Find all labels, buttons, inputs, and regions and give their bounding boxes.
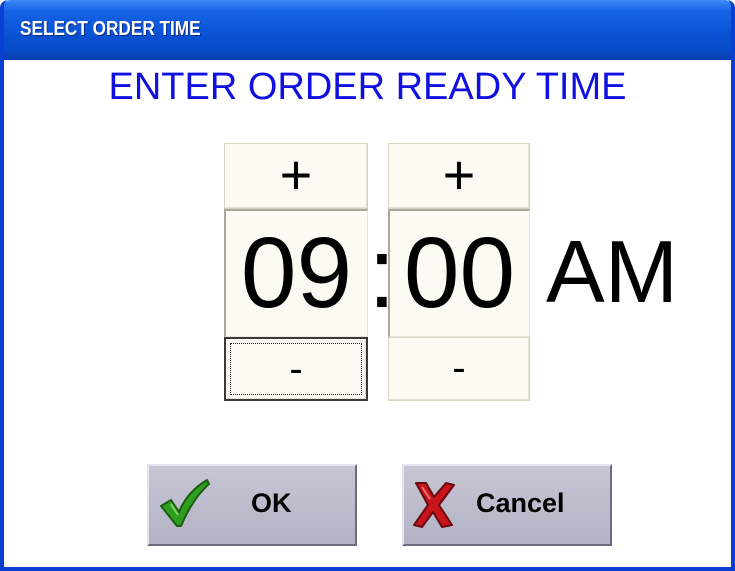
plus-icon: +: [442, 143, 476, 206]
minute-decrement-button[interactable]: -: [388, 337, 530, 401]
cancel-button[interactable]: Cancel: [402, 464, 612, 546]
cancel-label: Cancel: [476, 488, 565, 518]
minute-display: 00: [388, 209, 530, 337]
dialog-heading: ENTER ORDER READY TIME: [108, 66, 627, 108]
window-title: SELECT ORDER TIME: [20, 18, 201, 40]
plus-icon: +: [279, 143, 313, 206]
time-separator: :: [368, 217, 396, 329]
x-icon: [413, 482, 455, 528]
ok-button[interactable]: OK: [147, 464, 357, 546]
hour-value: 09: [240, 217, 353, 329]
am-pm-toggle[interactable]: AM: [546, 222, 678, 322]
minute-increment-button[interactable]: +: [388, 143, 530, 209]
title-bar[interactable]: SELECT ORDER TIME: [4, 0, 731, 60]
minute-value: 00: [403, 217, 516, 329]
checkmark-icon: [160, 479, 210, 527]
hour-increment-button[interactable]: +: [224, 143, 368, 209]
hour-display: 09: [224, 209, 368, 337]
hour-decrement-button[interactable]: -: [224, 337, 368, 401]
minus-icon: -: [452, 346, 466, 390]
minus-icon: -: [289, 347, 303, 391]
ok-label: OK: [251, 488, 292, 518]
order-time-dialog: SELECT ORDER TIME ENTER ORDER READY TIME…: [0, 0, 735, 571]
